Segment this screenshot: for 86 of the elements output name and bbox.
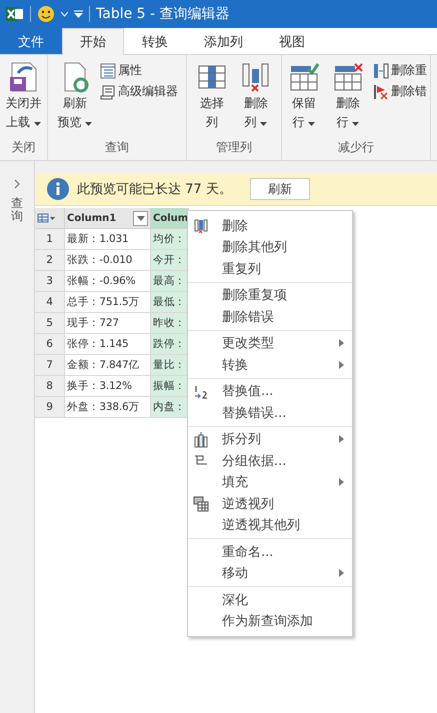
ribbon-button[interactable]: 删除重 [372,61,428,80]
column-header[interactable]: Colum [151,208,189,229]
split-column-icon [193,432,209,448]
group-label: 关闭 [10,139,36,156]
menu-item[interactable]: 作为新查询添加 [188,610,352,632]
scroll-icon [100,84,116,100]
menu-item[interactable]: 重复列 [188,258,352,280]
window-title: Table 5 - 查询编辑器 [96,5,230,23]
menu-item[interactable]: 删除重复项 [188,284,352,306]
table-cell: 内盘： [151,397,189,418]
table-cell: 最新：1.031 [65,229,151,250]
spreadsheet-app-icon [6,6,24,22]
column-header[interactable]: Column1 [65,208,151,229]
smiley-icon[interactable] [37,5,55,23]
menu-item[interactable]: 逆透视其他列 [188,514,352,536]
ribbon-tab[interactable]: 开始 [62,28,124,55]
menu-item[interactable]: 拆分列 [188,428,352,450]
ribbon-button[interactable]: 属性 [99,61,179,80]
remove-errors-icon [373,84,389,100]
menu-item[interactable]: 移动 [188,562,352,584]
table-cell: 今开： [151,250,189,271]
menu-item[interactable]: 替换值... [188,380,352,402]
row-number: 9 [35,397,65,418]
row-number: 5 [35,313,65,334]
row-number: 8 [35,376,65,397]
file-tab[interactable]: 文件 [0,28,62,54]
chevron-right-icon[interactable] [13,179,21,189]
menu-item[interactable]: 删除其他列 [188,236,352,258]
menu-item[interactable]: 替换错误... [188,402,352,424]
table-cell: 换手：3.12% [65,376,151,397]
customize-toolbar-icon[interactable] [74,10,83,18]
remove-duplicates-icon [373,62,389,78]
disk-icon [8,61,40,93]
table-cell: 现手：727 [65,313,151,334]
table-cell: 外盘：338.6万 [65,397,151,418]
row-number: 6 [35,334,65,355]
menu-item[interactable]: 分组依据... [188,450,352,472]
notice-message: 此预览可能已长达 77 天。 [77,181,232,198]
group-label: 管理列 [215,139,253,156]
menu-item[interactable]: 重命名... [188,541,352,562]
pane-label[interactable]: 查询 [11,197,23,224]
table-cell: 振幅： [151,376,189,397]
ribbon-button[interactable]: 高级编辑器 [99,82,179,101]
info-icon [47,178,69,200]
table-cell: 金额：7.847亿 [65,355,151,376]
row-number: 7 [35,355,65,376]
menu-item[interactable]: 深化 [188,589,352,610]
replace-values-icon [193,384,209,400]
menu-item[interactable]: 转换 [188,354,352,376]
table-cell: 张幅：-0.96% [65,271,151,292]
table-cell: 均价： [151,229,189,250]
ribbon-button[interactable]: 刷新 预览 [55,59,95,139]
group-label: 减少行 [337,139,375,156]
table-cell: 最低： [151,292,189,313]
ribbon-button[interactable]: 删除错 [372,82,428,101]
properties-icon [100,62,116,78]
menu-item[interactable]: 逆透视列 [188,493,352,514]
row-number: 2 [35,250,65,271]
menu-item[interactable]: 删除错误 [188,306,352,328]
table-menu-icon[interactable] [35,208,65,229]
table-cell: 张停：1.145 [65,334,151,355]
table-check-icon [288,61,320,93]
delete-column-icon [193,218,209,234]
group-label: 查询 [104,139,130,156]
menu-item[interactable]: 更改类型 [188,332,352,354]
refresh-button[interactable]: 刷新 [250,178,310,200]
table-cell: 跌停： [151,334,189,355]
ribbon-button[interactable]: 删除 列 [236,59,276,139]
ribbon-button[interactable]: 选择 列 [192,59,232,139]
table-delete-icon [332,61,364,93]
row-number: 1 [35,229,65,250]
table-cell: 最高： [151,271,189,292]
ribbon-button[interactable]: 保留 行 [284,59,324,139]
table-cell: 张跌：-0.010 [65,250,151,271]
unpivot-icon [193,496,209,512]
menu-item[interactable]: 删除 [188,215,352,236]
chevron-down-icon[interactable] [61,12,68,16]
ribbon-button[interactable]: 关闭并 上载 [2,59,45,139]
row-number: 3 [35,271,65,292]
table-cell: 总手：751.5万 [65,292,151,313]
table-cell: 昨收： [151,313,189,334]
ribbon-button[interactable]: 删除 行 [328,59,368,139]
table-cell: 量比： [151,355,189,376]
menu-item[interactable]: 填充 [188,472,352,493]
row-number: 4 [35,292,65,313]
filter-dropdown-icon[interactable] [133,210,148,226]
